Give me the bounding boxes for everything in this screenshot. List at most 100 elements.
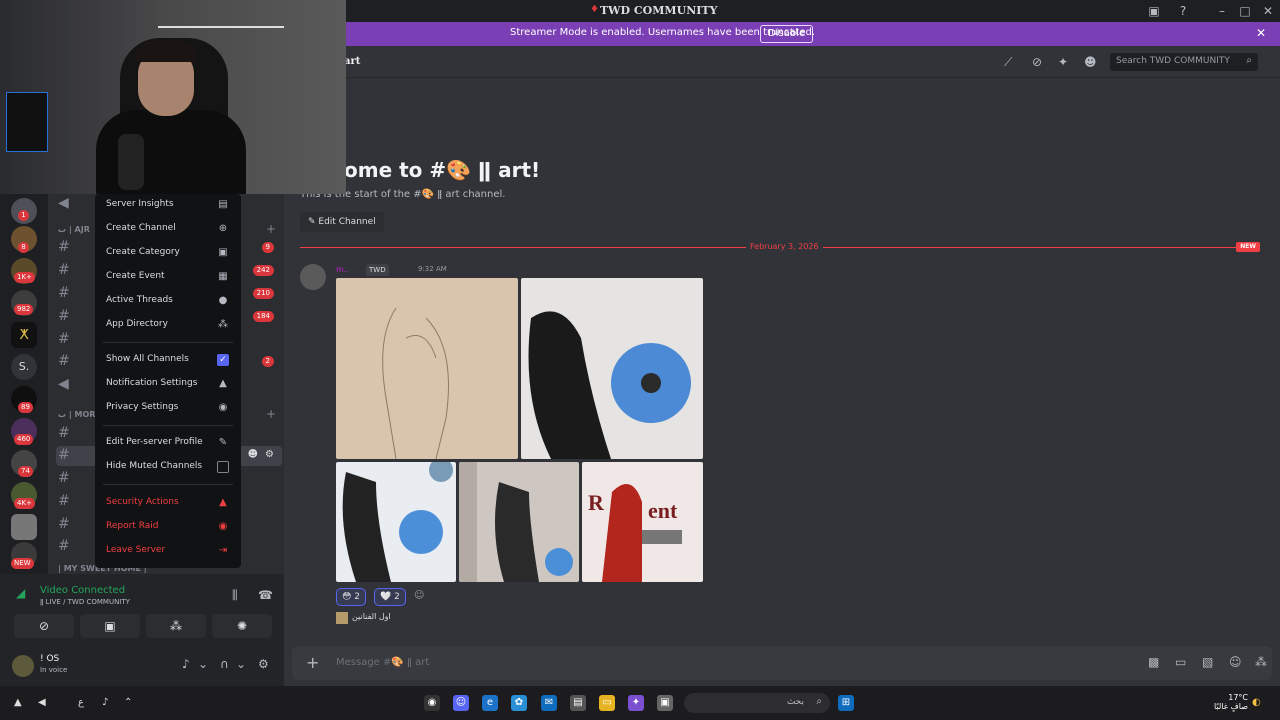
menu-edit-profile[interactable]: Edit Per-server Profile ✎ xyxy=(101,432,235,454)
close-banner-icon[interactable]: ✕ xyxy=(1256,26,1266,40)
calendar-plus-icon: ▦ xyxy=(218,271,228,282)
disconnect-icon[interactable]: ☎ xyxy=(258,588,273,602)
menu-show-all-channels[interactable]: Show All Channels ✓ xyxy=(101,349,235,371)
server-icon[interactable]: ⵅ xyxy=(11,322,37,348)
pin-icon[interactable]: ✦ xyxy=(1058,55,1068,69)
mail-icon[interactable]: ✉ xyxy=(541,695,557,711)
mute-bell-icon[interactable]: ⊘ xyxy=(1032,55,1042,69)
server-icon[interactable] xyxy=(11,514,37,540)
add-reaction-icon[interactable]: ☺ xyxy=(414,590,424,601)
soundboard-button[interactable]: ✺ xyxy=(212,614,272,638)
notification-bell-icon[interactable]: ▲ xyxy=(14,697,22,708)
message-composer[interactable]: + Message #🎨 ǁ art ▩ ▭ ▧ ☺ ⁂ xyxy=(292,646,1272,680)
screen-share-button[interactable]: ▣ xyxy=(80,614,140,638)
threads-icon: ● xyxy=(218,295,228,306)
attachment-image[interactable]: Rent xyxy=(582,462,703,582)
headphones-icon[interactable]: ∩ xyxy=(220,657,229,671)
microphone-tray-icon[interactable]: ♪ xyxy=(102,697,108,708)
volume-icon[interactable]: ◀ xyxy=(38,697,46,708)
warning-icon: ◉ xyxy=(218,521,228,532)
minimize-button[interactable]: – xyxy=(1214,3,1230,19)
attachment-image[interactable] xyxy=(521,278,703,459)
tray-expand-icon[interactable]: ⌃ xyxy=(124,697,132,708)
edge-icon[interactable]: e xyxy=(482,695,498,711)
reply-avatar xyxy=(336,612,348,624)
gif-icon[interactable]: ▭ xyxy=(1175,655,1186,669)
store-icon[interactable]: ▤ xyxy=(570,695,586,711)
server-letter-icon[interactable]: S. xyxy=(11,354,37,380)
attachment-image[interactable] xyxy=(336,278,518,459)
reaction-heart[interactable]: 🤍 2 xyxy=(374,588,406,606)
menu-separator xyxy=(103,484,233,485)
start-windows-icon[interactable]: ⊞ xyxy=(838,695,854,711)
upload-plus-icon[interactable]: + xyxy=(306,653,319,672)
noise-suppression-icon[interactable]: ⫼ xyxy=(232,588,238,603)
voice-channel[interactable]: ǁ LIVE / TWD COMMUNITY xyxy=(40,598,130,606)
edit-channel-button[interactable]: ✎ Edit Channel xyxy=(300,212,384,232)
microphone-icon[interactable]: ♪ xyxy=(182,657,190,671)
obs-icon[interactable]: ◉ xyxy=(424,695,440,711)
user-avatar[interactable] xyxy=(12,655,34,677)
attachment-image[interactable] xyxy=(336,462,456,582)
menu-notification-settings[interactable]: Notification Settings ▲ xyxy=(101,373,235,395)
menu-active-threads[interactable]: Active Threads ● xyxy=(101,290,235,312)
weather-widget[interactable]: 17°C صافٍ غالبًا xyxy=(1210,693,1248,711)
chevron-down-icon[interactable]: ⌄ xyxy=(236,657,246,671)
menu-leave-server[interactable]: Leave Server ⇥ xyxy=(101,540,235,562)
server-badge: 74 xyxy=(18,466,33,477)
attachment-image[interactable] xyxy=(459,462,579,582)
apps-icon[interactable]: ⁂ xyxy=(1255,655,1267,669)
emoji-icon[interactable]: ☺ xyxy=(1229,655,1242,669)
menu-security-actions[interactable]: Security Actions ▲ xyxy=(101,492,235,514)
maximize-button[interactable]: □ xyxy=(1237,3,1253,19)
server-badge: 460 xyxy=(14,434,34,445)
menu-server-insights[interactable]: Server Insights ▤ xyxy=(101,194,235,216)
invite-icon[interactable]: ☻ xyxy=(248,449,258,460)
threads-icon[interactable]: ⟋ xyxy=(1004,55,1012,70)
add-channel-icon[interactable]: + xyxy=(266,407,276,421)
close-window-button[interactable]: ✕ xyxy=(1260,3,1276,19)
sticker-icon[interactable]: ▧ xyxy=(1202,655,1213,669)
category-label[interactable]: ٮ | AJR xyxy=(58,225,90,234)
menu-create-category[interactable]: Create Category ▣ xyxy=(101,242,235,264)
checkbox-empty-icon[interactable] xyxy=(217,461,229,473)
menu-create-channel[interactable]: Create Channel ⊕ xyxy=(101,218,235,240)
settings-gear-icon[interactable]: ⚙ xyxy=(265,449,274,460)
members-icon[interactable]: ☻ xyxy=(1084,55,1097,69)
menu-report-raid[interactable]: Report Raid ◉ xyxy=(101,516,235,538)
chevron-down-icon[interactable]: ⌄ xyxy=(198,657,208,671)
help-icon[interactable]: ? xyxy=(1175,3,1191,19)
date-divider: February 3, 2026 xyxy=(746,242,823,251)
disable-streamer-button[interactable]: Disable xyxy=(760,25,814,43)
menu-app-directory[interactable]: App Directory ⁂ xyxy=(101,314,235,336)
user-settings-gear-icon[interactable]: ⚙ xyxy=(258,657,269,671)
task-view-icon[interactable]: ▣ xyxy=(657,695,673,711)
gift-icon[interactable]: ▩ xyxy=(1148,655,1159,669)
discord-icon[interactable]: ☺ xyxy=(453,695,469,711)
voice-status[interactable]: Video Connected xyxy=(40,585,125,596)
camera-off-button[interactable]: ⊘ xyxy=(14,614,74,638)
signal-icon[interactable]: ◢ xyxy=(16,586,25,600)
reaction-flushed[interactable]: 😳 2 xyxy=(336,588,366,606)
menu-hide-muted[interactable]: Hide Muted Channels xyxy=(101,456,235,478)
activities-button[interactable]: ⁂ xyxy=(146,614,206,638)
menu-privacy-settings[interactable]: Privacy Settings ◉ xyxy=(101,397,235,419)
hash-icon: # xyxy=(58,425,70,441)
app-icon[interactable]: ✿ xyxy=(511,695,527,711)
hash-icon: # xyxy=(58,308,70,324)
message-author[interactable]: m.. xyxy=(336,265,349,274)
user-name[interactable]: ! OS xyxy=(40,654,59,664)
menu-create-event[interactable]: Create Event ▦ xyxy=(101,266,235,288)
copilot-icon[interactable]: ✦ xyxy=(628,695,644,711)
checkbox-checked-icon[interactable]: ✓ xyxy=(217,354,229,366)
file-explorer-icon[interactable]: ▭ xyxy=(599,695,615,711)
hash-icon: # xyxy=(58,239,70,255)
taskbar-search[interactable]: بحث ⌕ xyxy=(684,693,830,713)
inbox-icon[interactable]: ▣ xyxy=(1146,3,1162,19)
message-avatar[interactable] xyxy=(300,264,326,290)
language-indicator[interactable]: ع xyxy=(78,697,84,708)
reaction-count: 2 xyxy=(394,592,400,602)
search-icon: ⌕ xyxy=(816,696,822,707)
search-box[interactable]: Search TWD COMMUNITY ⌕ xyxy=(1110,53,1258,71)
add-channel-icon[interactable]: + xyxy=(266,222,276,236)
